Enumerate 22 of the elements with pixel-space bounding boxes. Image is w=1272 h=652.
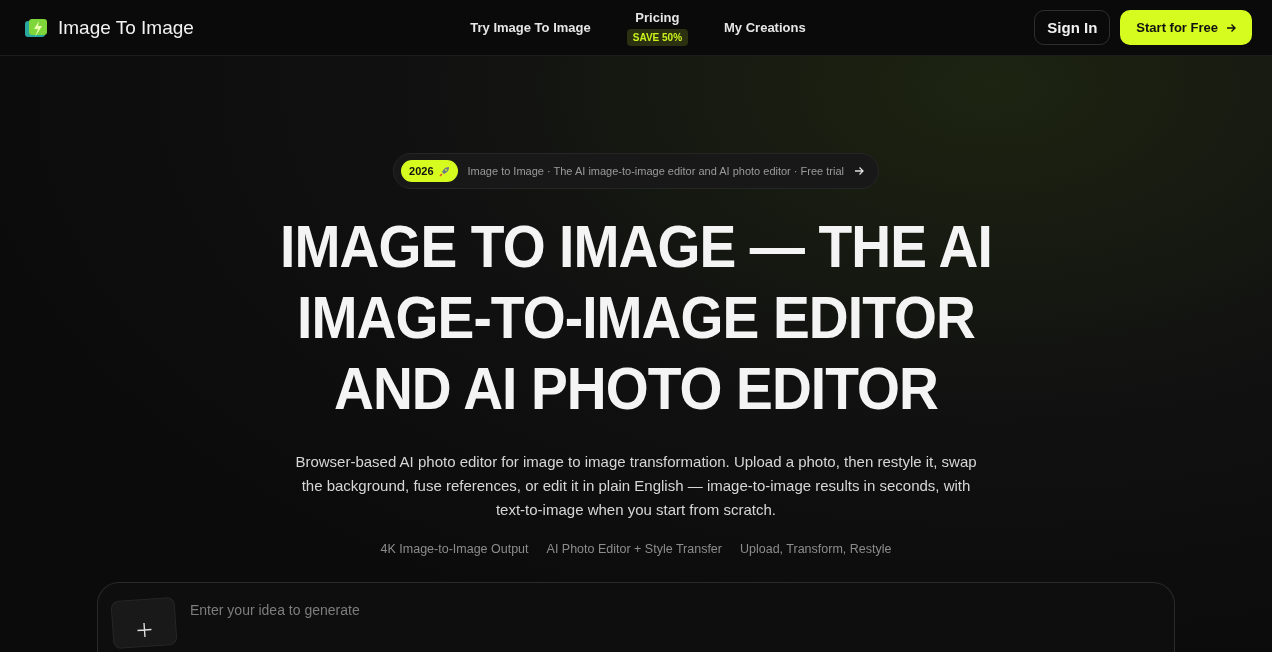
feature-label: 4K Image-to-Image Output (380, 542, 529, 556)
prompt-box[interactable]: Enter your idea to generate (97, 582, 1175, 652)
brand-name: Image To Image (58, 16, 194, 39)
discount-badge: SAVE 50% (626, 28, 689, 46)
year-badge: 2026 (401, 160, 458, 182)
hero-description: Browser-based AI photo editor for image to image transformation. Upload a photo, then restyle it, swap the background, fuse references, or edit it in plain English — image-to-image results in seconds, with text-to-image when you start from scratch. (294, 452, 978, 520)
hero-title: IMAGE TO IMAGE — THE AI IMAGE-TO-IMAGE EDITOR AND AI PHOTO EDITOR (279, 212, 993, 424)
add-image-button[interactable] (110, 596, 178, 650)
logo-icon (24, 16, 48, 39)
nav-link[interactable]: Try Image To Image (470, 20, 591, 35)
sign-in-button[interactable]: Sign In (1034, 10, 1111, 45)
arrow-right-icon (1226, 22, 1236, 33)
feature-label: Upload, Transform, Restyle (740, 542, 892, 556)
arrow-right-icon (853, 166, 864, 176)
announcement-link[interactable]: 2026 Image to Image · The AI image-to-image editor and AI photo editor · Free trial (393, 153, 879, 189)
rocket-icon (438, 165, 450, 177)
plus-icon (135, 621, 154, 639)
feature-label: AI Photo Editor + Style Transfer (546, 542, 722, 556)
nav-link[interactable]: My Creations (724, 20, 806, 35)
nav-link[interactable]: Pricing (635, 9, 680, 25)
start-button[interactable]: Start for Free (1120, 10, 1252, 45)
prompt-field[interactable]: Enter your idea to generate (188, 599, 1160, 621)
